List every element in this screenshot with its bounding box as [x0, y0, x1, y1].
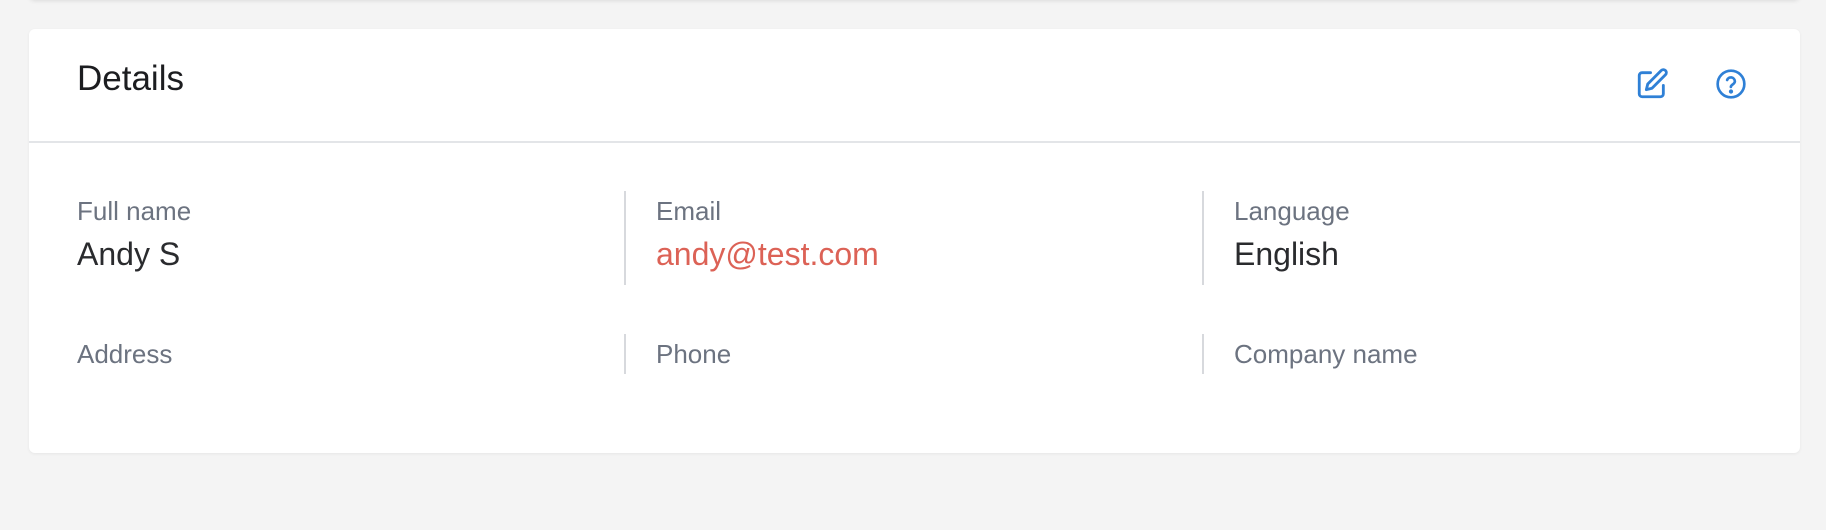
details-card: Details Full name Andy S Email andy@test…	[29, 29, 1800, 453]
column-divider	[1202, 191, 1204, 285]
field-label: Address	[77, 339, 173, 369]
field-full-name: Full name Andy S	[77, 198, 637, 270]
field-company-name: Company name	[1234, 341, 1794, 381]
field-label: Company name	[1234, 339, 1418, 369]
field-email: Email andy@test.com	[656, 198, 1216, 270]
card-title: Details	[77, 59, 184, 98]
field-label: Language	[1234, 196, 1350, 226]
column-divider	[1202, 334, 1204, 374]
field-label: Email	[656, 196, 722, 226]
field-address: Address	[77, 341, 637, 381]
column-divider	[624, 334, 626, 374]
email-link[interactable]: andy@test.com	[656, 238, 1216, 270]
field-label: Phone	[656, 339, 732, 369]
help-circle-icon	[1716, 69, 1746, 99]
help-button[interactable]	[1712, 65, 1750, 103]
field-phone: Phone	[656, 341, 1216, 381]
field-language: Language English	[1234, 198, 1794, 270]
column-divider	[624, 191, 626, 285]
edit-button[interactable]	[1633, 65, 1671, 103]
details-card-header: Details	[29, 29, 1800, 143]
field-label: Full name	[77, 196, 192, 226]
field-value: Andy S	[77, 236, 181, 272]
edit-icon	[1637, 68, 1668, 99]
field-value: English	[1234, 236, 1339, 272]
